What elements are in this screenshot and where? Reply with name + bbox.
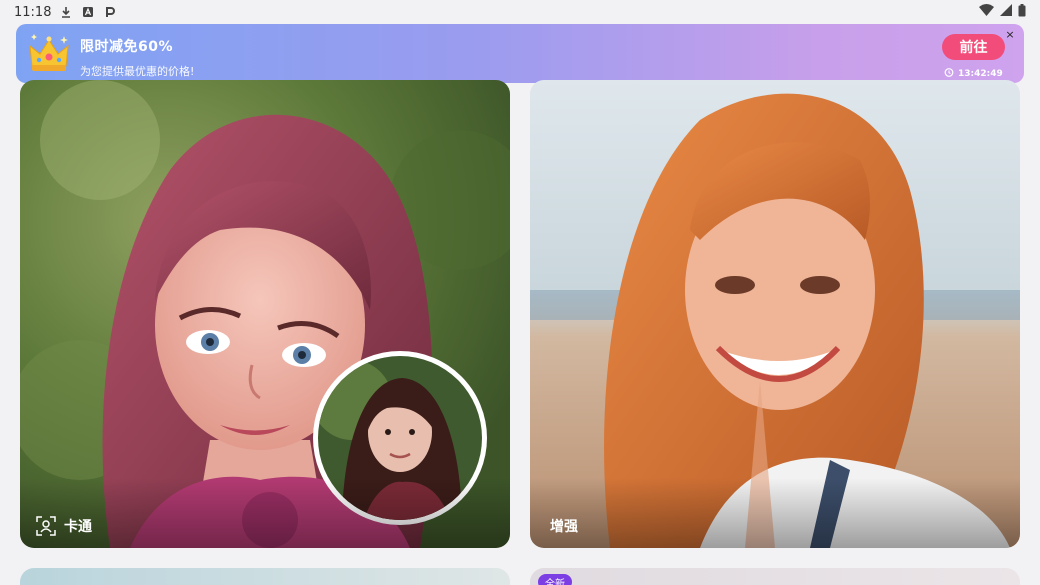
download-icon xyxy=(59,5,73,19)
promo-subtitle: 为您提供最优惠的价格! xyxy=(80,65,195,78)
new-badge: 全新 xyxy=(538,574,572,585)
crown-icon xyxy=(26,32,72,76)
card-cartoon[interactable]: 卡通 xyxy=(20,80,510,548)
status-right xyxy=(979,3,1026,21)
card-fourth[interactable]: 全新 xyxy=(530,568,1020,585)
wifi-icon xyxy=(979,4,994,20)
banner-text: 限时减免60% 为您提供最优惠的价格! xyxy=(80,36,194,79)
card-label-text: 增强 xyxy=(550,519,578,535)
close-icon[interactable]: × xyxy=(1004,29,1016,41)
face-scan-icon xyxy=(36,516,56,536)
clock-icon xyxy=(944,67,954,80)
countdown-text: 13:42:49 xyxy=(958,68,1003,79)
status-time: 11:18 xyxy=(14,4,52,20)
countdown: 13:42:49 xyxy=(944,67,1003,80)
battery-icon xyxy=(1018,3,1026,21)
go-button[interactable]: 前往 xyxy=(942,34,1005,60)
status-bar: 11:18 xyxy=(0,0,1040,24)
signal-icon xyxy=(1000,4,1012,20)
card-shade xyxy=(530,478,1020,548)
status-left: 11:18 xyxy=(14,5,117,20)
card-label-cartoon: 卡通 xyxy=(36,516,92,536)
promo-title: 限时减免60% xyxy=(80,39,174,55)
card-shade xyxy=(20,478,510,548)
font-icon xyxy=(81,5,95,19)
promo-banner[interactable]: 限时减免60% 为您提供最优惠的价格! 前往 × 13:42:49 xyxy=(16,24,1024,83)
card-label-text: 卡通 xyxy=(64,519,92,535)
card-enhance[interactable]: 增强 xyxy=(530,80,1020,548)
parking-icon xyxy=(103,5,117,19)
card-label-enhance: 增强 xyxy=(550,516,578,536)
card-third[interactable] xyxy=(20,568,510,585)
